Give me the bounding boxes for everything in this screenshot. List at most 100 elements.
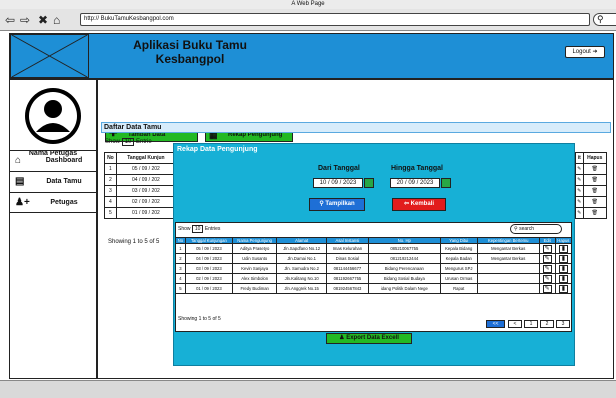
cell: Dinas Sosial	[325, 253, 369, 264]
page-prev-button[interactable]: <	[508, 320, 522, 328]
show-entries: Show 10 Entrie	[105, 138, 152, 146]
cell: 3	[104, 185, 117, 197]
edit-icon[interactable]: ✎	[542, 264, 552, 273]
forward-icon[interactable]: ⇨	[20, 12, 30, 28]
edit-icon[interactable]: ✎	[575, 174, 584, 186]
trash-icon[interactable]: ▮	[558, 274, 568, 283]
cell: 081192667755	[325, 273, 369, 284]
table-row: 5 01 / 09 / 2023 Fredy Budiman Jln.Anggrek …	[175, 283, 573, 294]
modal-showing-text: Showing 1 to 5 of 5	[178, 316, 221, 322]
trash-icon[interactable]: ▮	[558, 254, 568, 263]
edit-icon[interactable]: ✎	[542, 274, 552, 283]
page-3-button[interactable]: 3	[556, 320, 570, 328]
edit-icon[interactable]: ✎	[575, 207, 584, 219]
cell: idang Politik Dalam Nege	[367, 283, 441, 294]
edit-icon[interactable]: ✎	[542, 254, 552, 263]
edit-icon[interactable]: ✎	[542, 244, 552, 253]
edit-icon[interactable]: ✎	[542, 284, 552, 293]
guest-table-actions-bg: it Hapus ✎ 🗑 ✎ 🗑 ✎ 🗑 ✎ 🗑 ✎ 🗑	[575, 152, 607, 219]
cell: Kepala Bidang	[439, 243, 478, 254]
trash-icon[interactable]: 🗑	[582, 185, 607, 197]
logout-button[interactable]: Logout ➜	[565, 46, 605, 58]
cell: Mengurus SPJ	[439, 263, 478, 274]
rekap-table: No Tanggal Kunjungan Nama Pengunjung Ala…	[175, 237, 573, 294]
logo-placeholder	[10, 34, 89, 78]
cell: 03 / 09 / 2023	[184, 263, 233, 274]
col-header: Hapus	[554, 237, 573, 244]
table-row: 2 04 / 09 / 202	[104, 174, 177, 186]
cell	[476, 273, 540, 284]
entries-select[interactable]: 10	[121, 138, 135, 146]
edit-icon[interactable]: ✎	[575, 163, 584, 175]
cell: 02 / 09 / 2023	[184, 273, 233, 284]
table-row: 4 02 / 09 / 202	[104, 196, 177, 208]
edit-icon[interactable]: ✎	[575, 196, 584, 208]
cell: Jln.Anggrek No.15	[276, 283, 327, 294]
cell: 5	[175, 283, 186, 294]
hingga-date-input[interactable]: 20 / 09 / 2023	[390, 178, 440, 188]
search-placeholder: search	[519, 226, 535, 232]
cell: 04 / 09 / 2023	[184, 253, 233, 264]
cell: Jln.Kalitang No.10	[276, 273, 327, 284]
search-input[interactable]: ⚲ search	[510, 224, 562, 234]
sidebar-item-petugas[interactable]: ♟+ Petugas	[9, 192, 97, 213]
modal-show-entries: Show 10 Entries	[178, 225, 221, 233]
cell: Urusan Ormas	[439, 273, 478, 284]
sidebar-item-dashboard[interactable]: ⌂ Dashboard	[9, 150, 97, 171]
cell: 04 / 09 / 202	[115, 174, 177, 186]
browser-search-icon[interactable]: ⚲	[593, 13, 616, 26]
cell: 2	[175, 253, 186, 264]
page-1-button[interactable]: 1	[524, 320, 538, 328]
tampilkan-label: Tampilkan	[325, 201, 355, 207]
col-header: Nama Pengunjung	[231, 237, 278, 244]
trash-icon[interactable]: 🗑	[582, 207, 607, 219]
table-row: 1 05 / 09 / 2023 Aditya Prasetyo Jln.Sapdfa…	[175, 243, 573, 254]
cell: Bidang Perencanaan	[367, 263, 441, 274]
trash-icon[interactable]: 🗑	[582, 174, 607, 186]
page-first-button[interactable]: <<	[486, 320, 505, 328]
book-icon: ▤	[15, 176, 25, 187]
cell: 01 / 09 / 202	[115, 207, 177, 219]
entries-label: Entries	[204, 226, 221, 232]
show-label: Show	[178, 226, 191, 232]
show-label: Show	[105, 139, 121, 145]
back-icon[interactable]: ⇦	[5, 12, 15, 28]
cell: Rapat	[439, 283, 478, 294]
cell: Imas Kelurahan	[325, 243, 369, 254]
calendar-icon[interactable]	[441, 178, 451, 188]
export-excel-button[interactable]: ♟ Export Data Excell	[326, 333, 412, 344]
edit-icon[interactable]: ✎	[575, 185, 584, 197]
cell: 05 / 09 / 202	[115, 163, 177, 175]
cell: Aditya Prasetyo	[231, 243, 278, 254]
app-title: Aplikasi Buku Tamu Kesbangpol	[133, 38, 247, 66]
panel-title: Daftar Data Tamu	[101, 122, 611, 133]
kembali-button[interactable]: ⇦ Kembali	[392, 198, 446, 211]
close-icon[interactable]: ✖	[38, 12, 48, 28]
cell	[476, 263, 540, 274]
hingga-label: Hingga Tanggal	[391, 165, 443, 172]
sidebar-item-data-tamu[interactable]: ▤ Data Tamu	[9, 171, 97, 192]
trash-icon[interactable]: ▮	[558, 244, 568, 253]
col-header: Tanggal Kunjun	[115, 152, 177, 164]
home-icon[interactable]: ⌂	[53, 12, 60, 28]
calendar-icon[interactable]	[364, 178, 374, 188]
trash-icon[interactable]: ▮	[558, 264, 568, 273]
cell: Jln.Damai No.1	[276, 253, 327, 264]
entries-select[interactable]: 10	[191, 225, 204, 233]
search-icon: ⚲	[319, 201, 324, 207]
sidebar-item-label: Dashboard	[45, 157, 83, 164]
dari-date-input[interactable]: 10 / 09 / 2023	[313, 178, 363, 188]
cell: 02 / 09 / 202	[115, 196, 177, 208]
col-header: Tanggal Kunjungan	[184, 237, 233, 244]
tampilkan-button[interactable]: ⚲ Tampilkan	[309, 198, 365, 211]
trash-icon[interactable]: 🗑	[582, 196, 607, 208]
cell: 5	[104, 207, 117, 219]
url-input[interactable]: http:// BukuTamuKesbangpol.com	[80, 13, 590, 26]
dari-label: Dari Tanggal	[318, 165, 360, 172]
trash-icon[interactable]: ▮	[558, 284, 568, 293]
trash-icon[interactable]: 🗑	[582, 163, 607, 175]
cell: Kepala Badan	[439, 253, 478, 264]
page-2-button[interactable]: 2	[540, 320, 554, 328]
cell: 1	[104, 163, 117, 175]
col-header: Hapus	[582, 152, 607, 164]
